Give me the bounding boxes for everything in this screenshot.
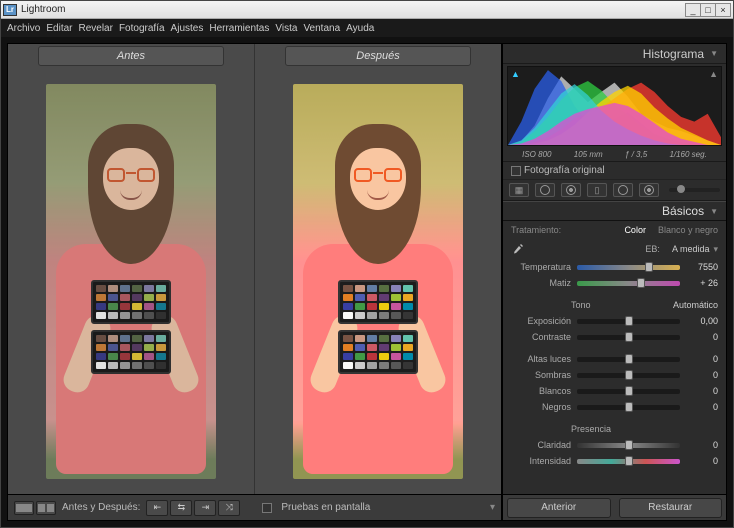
soft-proof-checkbox[interactable] xyxy=(262,503,272,513)
swap-left-button[interactable]: ⇤ xyxy=(146,500,168,516)
app-window: Lr Lightroom _ □ × Archivo Editar Revela… xyxy=(0,0,734,528)
exif-focal: 105 mm xyxy=(574,150,603,159)
menu-revelar[interactable]: Revelar xyxy=(78,23,112,34)
treatment-row: Tratamiento: Color Blanco y negro xyxy=(503,221,726,239)
slider-exposure[interactable]: Exposición0,00 xyxy=(503,313,726,329)
viewer-toolbar: Antes y Después: ⇤ ⇆ ⇥ ⤨ Pruebas en pant… xyxy=(8,494,501,520)
wb-preset[interactable]: A medida xyxy=(672,244,710,254)
after-photo[interactable] xyxy=(293,84,463,479)
slider-highlights[interactable]: Altas luces0 xyxy=(503,351,726,367)
color-checker-top xyxy=(91,280,171,324)
treatment-color[interactable]: Color xyxy=(624,225,646,235)
slider-tint[interactable]: Matiz+ 26 xyxy=(503,275,726,291)
menu-ajustes[interactable]: Ajustes xyxy=(171,23,204,34)
wb-row: EB: A medida ▾ xyxy=(503,239,726,259)
exif-shutter: 1/160 seg. xyxy=(669,150,706,159)
menu-herramientas[interactable]: Herramientas xyxy=(209,23,269,34)
app-icon: Lr xyxy=(3,4,17,16)
slider-shadows[interactable]: Sombras0 xyxy=(503,367,726,383)
histogram-chart[interactable]: ▲ ▲ xyxy=(507,66,722,146)
exif-iso: ISO 800 xyxy=(522,150,551,159)
exif-row: ISO 800 105 mm ƒ / 3,5 1/160 seg. xyxy=(503,148,726,162)
original-photo-row[interactable]: Fotografía original xyxy=(503,162,726,180)
after-half: Después xyxy=(255,44,501,494)
before-after-label: Antes y Después: xyxy=(62,502,140,513)
menu-ventana[interactable]: Ventana xyxy=(303,23,340,34)
workarea: Antes Después xyxy=(1,37,733,527)
menu-fotografia[interactable]: Fotografía xyxy=(119,23,165,34)
copy-settings-button[interactable]: ⤨ xyxy=(218,500,240,516)
swap-right-button[interactable]: ⇥ xyxy=(194,500,216,516)
exif-aperture: ƒ / 3,5 xyxy=(625,150,647,159)
maximize-button[interactable]: □ xyxy=(700,3,716,17)
menubar: Archivo Editar Revelar Fotografía Ajuste… xyxy=(1,19,733,37)
color-checker-top xyxy=(338,280,418,324)
radial-tool-icon[interactable] xyxy=(613,183,633,197)
viewer-pane: Antes Después xyxy=(7,43,502,521)
slider-contrast[interactable]: Contraste0 xyxy=(503,329,726,345)
tool-strip: ▦ ▯ xyxy=(503,180,726,201)
auto-button[interactable]: Automático xyxy=(673,300,718,310)
view-single-button[interactable] xyxy=(14,501,34,515)
eyedropper-icon[interactable] xyxy=(511,242,525,256)
menu-editar[interactable]: Editar xyxy=(46,23,72,34)
slider-clarity[interactable]: Claridad0 xyxy=(503,437,726,453)
close-button[interactable]: × xyxy=(715,3,731,17)
toolbar-dropdown-icon[interactable]: ▾ xyxy=(490,502,495,513)
slider-vibrance[interactable]: Intensidad0 xyxy=(503,453,726,469)
color-checker-bottom xyxy=(338,330,418,374)
basics-header[interactable]: Básicos ▼ xyxy=(503,201,726,221)
menu-ayuda[interactable]: Ayuda xyxy=(346,23,374,34)
chevron-down-icon: ▼ xyxy=(710,207,718,216)
panel-footer: Anterior Restaurar xyxy=(503,494,726,520)
reset-button[interactable]: Restaurar xyxy=(619,498,723,518)
color-checker-bottom xyxy=(91,330,171,374)
original-photo-label: Fotografía original xyxy=(524,165,605,176)
menu-vista[interactable]: Vista xyxy=(275,23,297,34)
view-split-button[interactable] xyxy=(36,501,56,515)
original-photo-checkbox[interactable] xyxy=(511,166,521,176)
slider-whites[interactable]: Blancos0 xyxy=(503,383,726,399)
brush-tool-icon[interactable] xyxy=(639,183,659,197)
before-photo[interactable] xyxy=(46,84,216,479)
histogram-header[interactable]: Histograma ▼ xyxy=(503,44,726,64)
titlebar: Lr Lightroom _ □ × xyxy=(1,1,733,19)
treatment-label: Tratamiento: xyxy=(511,225,561,235)
previous-button[interactable]: Anterior xyxy=(507,498,611,518)
histogram-title: Histograma xyxy=(643,47,704,61)
gradient-tool-icon[interactable]: ▯ xyxy=(587,183,607,197)
menu-archivo[interactable]: Archivo xyxy=(7,23,40,34)
spot-tool-icon[interactable] xyxy=(535,183,555,197)
soft-proof-label: Pruebas en pantalla xyxy=(281,502,370,513)
wb-label: EB: xyxy=(645,244,660,254)
after-label: Después xyxy=(285,46,471,66)
dropdown-icon[interactable]: ▾ xyxy=(713,244,718,255)
minimize-button[interactable]: _ xyxy=(685,3,701,17)
crop-tool-icon[interactable]: ▦ xyxy=(509,183,529,197)
redeye-tool-icon[interactable] xyxy=(561,183,581,197)
before-after-compare: Antes Después xyxy=(8,44,501,494)
before-half: Antes xyxy=(8,44,255,494)
before-label: Antes xyxy=(38,46,224,66)
basics-title: Básicos xyxy=(662,204,704,218)
slider-blacks[interactable]: Negros0 xyxy=(503,399,726,415)
slider-temperature[interactable]: Temperatura7550 xyxy=(503,259,726,275)
swap-button[interactable]: ⇆ xyxy=(170,500,192,516)
chevron-down-icon: ▼ xyxy=(710,49,718,58)
right-panel: Histograma ▼ ▲ ▲ ISO 800 105 mm ƒ / 3,5 1… xyxy=(502,43,727,521)
brush-size-slider[interactable] xyxy=(669,188,720,192)
window-title: Lightroom xyxy=(21,4,65,15)
treatment-bw[interactable]: Blanco y negro xyxy=(658,225,718,235)
